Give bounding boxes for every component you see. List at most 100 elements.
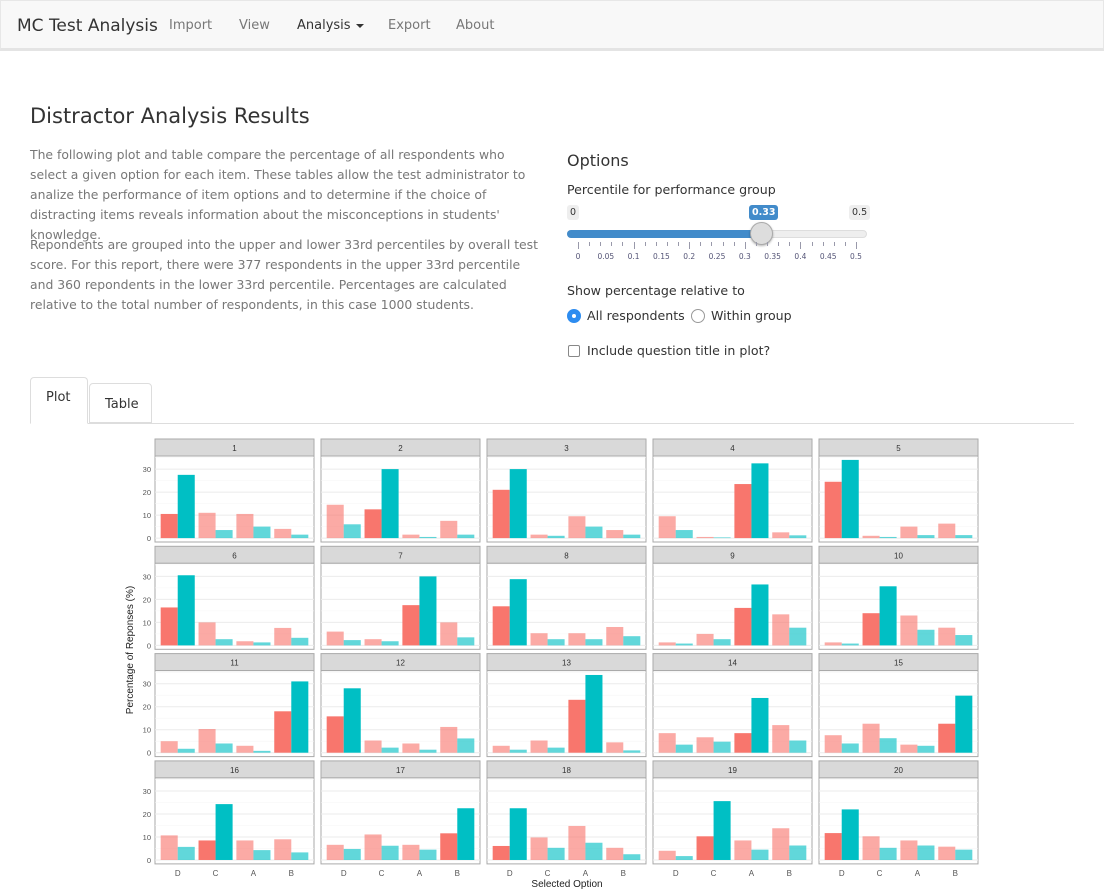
- y-tick-label: 0: [147, 856, 151, 865]
- slider-min: 0: [567, 205, 580, 220]
- bar-upper: [177, 748, 195, 753]
- bar-lower: [326, 631, 344, 646]
- nav-view[interactable]: View: [239, 18, 270, 33]
- nav-about[interactable]: About: [456, 18, 494, 33]
- bar-upper: [955, 535, 973, 539]
- bar-lower: [938, 627, 956, 646]
- bar-upper: [751, 697, 769, 753]
- slider-tick: [711, 242, 713, 246]
- x-tick-label: D: [839, 869, 845, 878]
- bar-lower: [568, 516, 586, 539]
- bar-upper: [789, 740, 807, 753]
- bar-lower: [606, 847, 624, 860]
- slider-value: 0.33: [749, 205, 779, 220]
- bar-lower: [364, 834, 382, 860]
- nav-export[interactable]: Export: [388, 18, 431, 33]
- relative-label: Show percentage relative to: [567, 283, 745, 298]
- slider-tick: [733, 242, 735, 246]
- bar-upper: [585, 674, 603, 753]
- tab-plot[interactable]: Plot: [30, 377, 88, 424]
- bar-lower: [824, 735, 842, 753]
- bar-lower: [824, 481, 842, 539]
- bar-lower: [440, 726, 458, 753]
- bar-upper: [177, 575, 195, 646]
- y-tick-label: 0: [147, 534, 151, 543]
- bar-upper: [751, 849, 769, 860]
- slider-tick-label: 0.4: [794, 252, 807, 261]
- bar-lower: [772, 725, 790, 753]
- facet-title: 12: [396, 659, 405, 668]
- bar-upper: [955, 635, 973, 646]
- bar-upper: [291, 852, 309, 860]
- facet-title: 16: [230, 766, 239, 775]
- bar-lower: [568, 825, 586, 860]
- bar-upper: [419, 749, 437, 753]
- slider-tick-label: 0.35: [764, 252, 781, 261]
- x-tick-label: A: [583, 869, 589, 878]
- bar-lower: [734, 840, 752, 860]
- slider-tick: [744, 242, 746, 249]
- x-tick-label: B: [289, 869, 294, 878]
- bar-upper: [879, 738, 897, 753]
- bar-lower: [326, 504, 344, 539]
- slider-tick-label: 0.45: [819, 252, 837, 261]
- bar-upper: [457, 808, 475, 860]
- radio-within-group-label[interactable]: Within group: [711, 308, 792, 323]
- bar-lower: [862, 613, 880, 646]
- tab-table[interactable]: Table: [89, 383, 152, 423]
- y-tick-label: 10: [143, 511, 151, 520]
- radio-all-respondents-label[interactable]: All respondents: [587, 308, 685, 323]
- include-title-label[interactable]: Include question title in plot?: [587, 343, 770, 358]
- bar-upper: [623, 636, 641, 646]
- bar-upper: [841, 643, 859, 646]
- bar-lower: [696, 536, 714, 539]
- bar-lower: [658, 733, 676, 753]
- bar-upper: [623, 534, 641, 539]
- bar-upper: [675, 856, 693, 860]
- slider-tick: [633, 242, 635, 249]
- bar-upper: [253, 642, 271, 646]
- y-tick-label: 30: [143, 787, 151, 796]
- x-tick-label: A: [749, 869, 755, 878]
- x-tick-label: C: [545, 869, 551, 878]
- bar-lower: [862, 836, 880, 860]
- bar-upper: [509, 808, 527, 860]
- nav-analysis[interactable]: Analysis: [297, 18, 364, 33]
- bar-lower: [492, 845, 510, 860]
- x-tick-label: C: [379, 869, 385, 878]
- slider-tick: [678, 242, 680, 246]
- bar-upper: [789, 535, 807, 539]
- facet-title: 5: [896, 444, 901, 453]
- slider-handle[interactable]: [750, 222, 774, 245]
- slider-tick-label: 0.15: [653, 252, 670, 261]
- y-tick-label: 20: [143, 703, 151, 712]
- y-tick-label: 20: [143, 810, 151, 819]
- facet-title: 1: [232, 444, 237, 453]
- facet-title: 3: [564, 444, 569, 453]
- bar-lower: [198, 512, 216, 539]
- x-tick-label: B: [455, 869, 460, 878]
- radio-within-group[interactable]: [691, 309, 705, 323]
- brand[interactable]: MC Test Analysis: [17, 16, 158, 36]
- nav-analysis-label: Analysis: [297, 18, 351, 33]
- bar-lower: [402, 743, 420, 753]
- bar-upper: [841, 459, 859, 539]
- slider-tick: [833, 242, 835, 246]
- slider-fill: [567, 230, 762, 238]
- bar-lower: [274, 528, 292, 539]
- bar-upper: [381, 747, 399, 753]
- bar-lower: [160, 513, 178, 539]
- bar-upper: [381, 469, 399, 539]
- bar-upper: [547, 747, 565, 753]
- bar-lower: [364, 740, 382, 753]
- y-tick-label: 20: [143, 488, 151, 497]
- x-tick-label: B: [953, 869, 958, 878]
- facet-title: 2: [398, 444, 403, 453]
- radio-all-respondents[interactable]: [567, 309, 581, 323]
- bar-upper: [879, 586, 897, 646]
- slider-tick: [811, 242, 813, 246]
- include-title-checkbox[interactable]: [568, 345, 580, 357]
- page-title: Distractor Analysis Results: [30, 104, 310, 128]
- bar-lower: [492, 745, 510, 753]
- nav-import[interactable]: Import: [169, 18, 212, 33]
